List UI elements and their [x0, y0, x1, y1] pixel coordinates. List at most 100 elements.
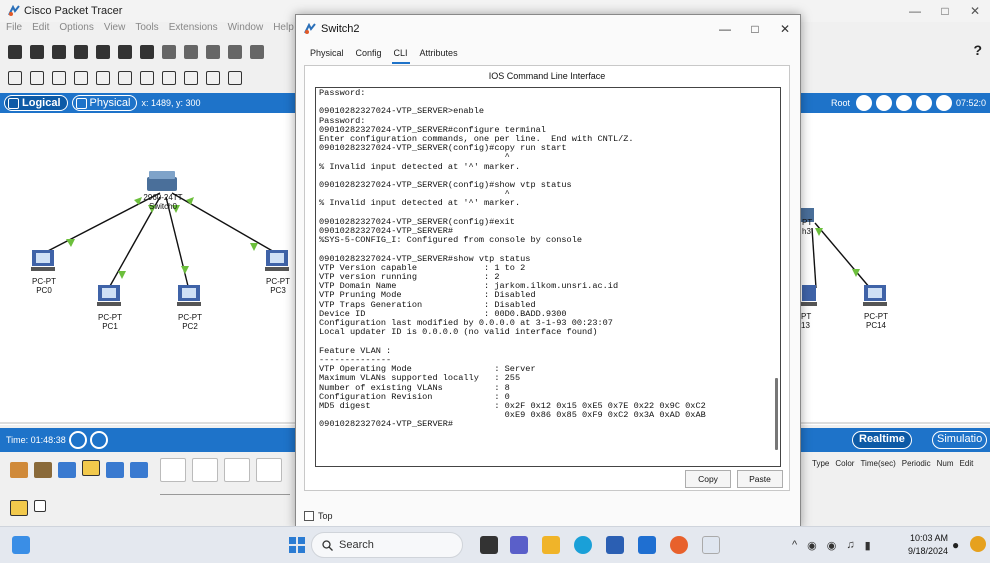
auto-connection-icon[interactable]: [160, 458, 186, 482]
menu-extensions[interactable]: Extensions: [169, 22, 218, 38]
simulation-time: Time: 01:48:38: [6, 435, 66, 445]
zoom-in-icon[interactable]: [250, 45, 264, 59]
end-devices-icon[interactable]: [34, 462, 52, 478]
crossover-cable-icon[interactable]: [256, 458, 282, 482]
components-icon[interactable]: [58, 462, 76, 478]
pc13-icon[interactable]: [801, 285, 817, 306]
new-file-icon[interactable]: [8, 45, 22, 59]
help-icon[interactable]: ?: [973, 42, 982, 58]
store-icon[interactable]: [606, 536, 624, 554]
realtime-mode-button[interactable]: Realtime: [852, 431, 912, 449]
print-icon[interactable]: [74, 45, 88, 59]
select-icon[interactable]: [8, 71, 22, 85]
pc2-icon[interactable]: [177, 285, 201, 306]
top-checkbox-box[interactable]: [304, 511, 314, 521]
maximize-button[interactable]: □: [930, 0, 960, 22]
file-explorer-icon[interactable]: [542, 536, 560, 554]
custom-device-icon[interactable]: [140, 45, 154, 59]
packet-tracer-taskbar-icon[interactable]: [702, 536, 720, 554]
menu-tools[interactable]: Tools: [135, 22, 158, 38]
fast-forward-icon[interactable]: [89, 431, 108, 449]
paste-button[interactable]: Paste: [737, 470, 783, 488]
save-icon[interactable]: [52, 45, 66, 59]
widgets-icon[interactable]: [12, 536, 30, 554]
console-cable-icon[interactable]: [192, 458, 218, 482]
inspect-icon[interactable]: [30, 71, 44, 85]
set-background-icon[interactable]: [915, 95, 932, 111]
task-view-icon[interactable]: [480, 536, 498, 554]
connections-icon[interactable]: [82, 460, 100, 476]
menu-window[interactable]: Window: [228, 22, 264, 38]
cli-scrollbar[interactable]: [775, 378, 778, 450]
copilot-icon[interactable]: [970, 536, 986, 552]
activity-wizard-icon[interactable]: [96, 45, 110, 59]
physical-tab[interactable]: Physical: [71, 95, 138, 111]
open-folder-icon[interactable]: [30, 45, 44, 59]
minimize-button[interactable]: —: [900, 0, 930, 22]
new-cluster-icon[interactable]: [875, 95, 892, 111]
dialog-close-button[interactable]: ✕: [770, 15, 800, 43]
undo-icon[interactable]: [206, 45, 220, 59]
power-cycle-icon[interactable]: [68, 431, 87, 449]
add-simple-pdu-icon[interactable]: [206, 71, 220, 85]
battery-icon[interactable]: ▮: [865, 539, 871, 552]
menu-edit[interactable]: Edit: [32, 22, 49, 38]
taskbar-clock[interactable]: 10:03 AM 9/18/2024: [900, 532, 948, 558]
draw-line-icon[interactable]: [118, 71, 132, 85]
teams-icon[interactable]: [510, 536, 528, 554]
straight-cable-icon[interactable]: [224, 458, 250, 482]
add-complex-pdu-icon[interactable]: [228, 71, 242, 85]
pc1-icon[interactable]: [97, 285, 121, 306]
connections-category-icon[interactable]: [10, 500, 28, 516]
tab-config[interactable]: Config: [354, 48, 384, 64]
switch-partial-label-2: h3: [802, 227, 811, 236]
pdu-col-edit: Edit: [959, 458, 974, 468]
firefox-icon[interactable]: [670, 536, 688, 554]
multiuser-icon[interactable]: [130, 462, 148, 478]
move-object-icon[interactable]: [895, 95, 912, 111]
grid-icon[interactable]: [34, 500, 46, 512]
freeform-icon[interactable]: [184, 71, 198, 85]
switch0-icon[interactable]: [147, 171, 177, 191]
cli-terminal[interactable]: Password: 09010282327024-VTP_SERVER>enab…: [315, 87, 781, 467]
close-button[interactable]: ✕: [960, 0, 990, 22]
menu-help[interactable]: Help: [273, 22, 294, 38]
note-icon[interactable]: [96, 71, 110, 85]
top-checkbox[interactable]: Top: [304, 511, 333, 521]
copy-button[interactable]: Copy: [685, 470, 731, 488]
notification-bell-icon[interactable]: ●: [952, 538, 959, 552]
tab-cli[interactable]: CLI: [391, 48, 410, 64]
taskbar-search[interactable]: Search: [311, 532, 463, 558]
network-icon[interactable]: ◉: [807, 539, 817, 552]
dialog-minimize-button[interactable]: —: [710, 15, 740, 43]
tab-attributes[interactable]: Attributes: [418, 48, 460, 64]
network-devices-icon[interactable]: [10, 462, 28, 478]
dialog-maximize-button[interactable]: □: [740, 15, 770, 43]
draw-ellipse-icon[interactable]: [162, 71, 176, 85]
word-icon[interactable]: [638, 536, 656, 554]
back-icon[interactable]: [855, 95, 872, 111]
paste-icon[interactable]: [184, 45, 198, 59]
logical-tab[interactable]: Logical: [4, 95, 68, 111]
resize-icon[interactable]: [74, 71, 88, 85]
language-icon[interactable]: ◉: [827, 539, 837, 552]
menu-options[interactable]: Options: [59, 22, 93, 38]
chevron-up-icon[interactable]: ^: [792, 539, 797, 551]
delete-icon[interactable]: [52, 71, 66, 85]
windows-start-icon[interactable]: [289, 537, 305, 553]
pc14-icon[interactable]: [863, 285, 887, 306]
draw-rectangle-icon[interactable]: [140, 71, 154, 85]
copy-icon[interactable]: [162, 45, 176, 59]
info-icon[interactable]: [118, 45, 132, 59]
edge-icon[interactable]: [574, 536, 592, 554]
pc0-icon[interactable]: [31, 250, 55, 271]
simulation-mode-button[interactable]: Simulatio: [932, 431, 988, 449]
tab-physical[interactable]: Physical: [308, 48, 346, 64]
pc3-icon[interactable]: [265, 250, 289, 271]
volume-icon[interactable]: ♫: [846, 539, 854, 551]
menu-view[interactable]: View: [104, 22, 126, 38]
menu-file[interactable]: File: [6, 22, 22, 38]
redo-icon[interactable]: [228, 45, 242, 59]
viewport-icon[interactable]: [935, 95, 952, 111]
miscellaneous-icon[interactable]: [106, 462, 124, 478]
